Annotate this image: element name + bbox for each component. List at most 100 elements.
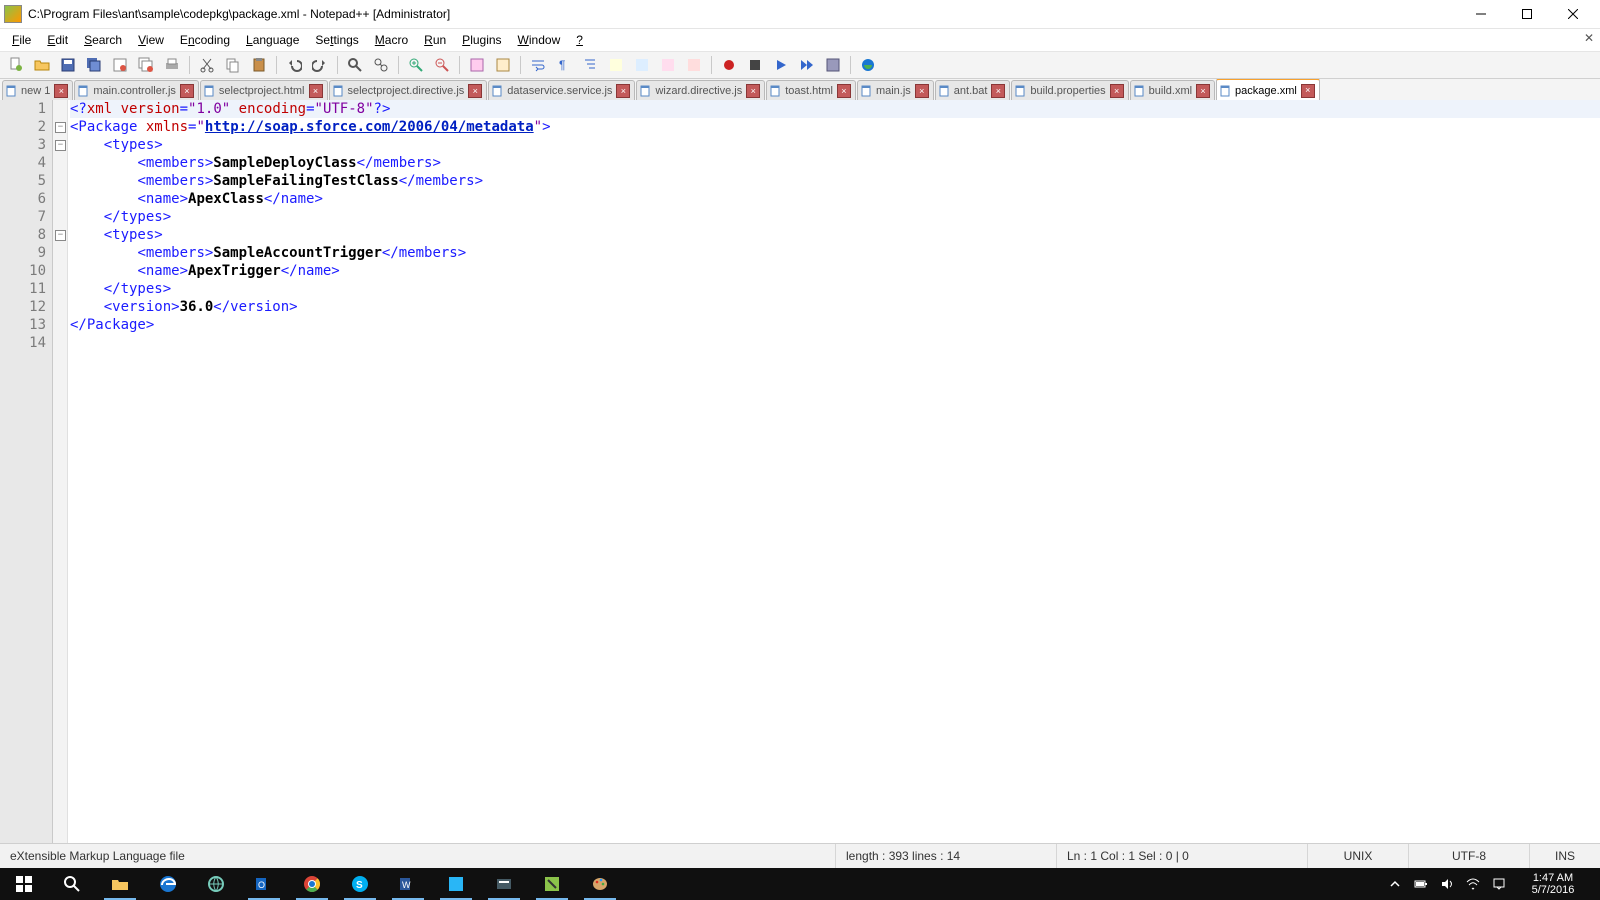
show-desktop-strip[interactable] — [1594, 868, 1600, 900]
code-line[interactable]: <?xml version="1.0" encoding="UTF-8"?> — [70, 100, 1600, 118]
menu-help[interactable]: ? — [568, 31, 591, 49]
tab-selectproject-directive-js[interactable]: selectproject.directive.js× — [329, 80, 488, 101]
zoom-out-icon[interactable] — [430, 53, 454, 77]
editor[interactable]: 1234567891011121314 − − − <?xml version=… — [0, 100, 1600, 844]
tab-close-icon[interactable]: × — [616, 84, 630, 98]
wordwrap-icon[interactable] — [526, 53, 550, 77]
menu-macro[interactable]: Macro — [367, 31, 416, 49]
menu-plugins[interactable]: Plugins — [454, 31, 509, 49]
doc-close-x[interactable]: ✕ — [1584, 31, 1594, 45]
tab-toast-html[interactable]: toast.html× — [766, 80, 856, 101]
tab-close-icon[interactable]: × — [54, 84, 68, 98]
tab-close-icon[interactable]: × — [309, 84, 323, 98]
play-macro-icon[interactable] — [769, 53, 793, 77]
tab-close-icon[interactable]: × — [1196, 84, 1210, 98]
save-all-icon[interactable] — [82, 53, 106, 77]
menu-file[interactable]: File — [4, 31, 39, 49]
replace-icon[interactable] — [369, 53, 393, 77]
code-line[interactable] — [70, 334, 1600, 352]
tab-close-icon[interactable]: × — [1301, 84, 1315, 98]
tab-close-icon[interactable]: × — [837, 84, 851, 98]
close-button[interactable] — [1550, 0, 1596, 28]
tab-package-xml[interactable]: package.xml× — [1216, 79, 1320, 101]
tab-ant-bat[interactable]: ant.bat× — [935, 80, 1011, 101]
tab-dataservice-service-js[interactable]: dataservice.service.js× — [488, 80, 635, 101]
code-line[interactable]: <types> — [70, 136, 1600, 154]
folder-as-ws-icon[interactable] — [682, 53, 706, 77]
func-list-icon[interactable] — [656, 53, 680, 77]
code-line[interactable]: </types> — [70, 208, 1600, 226]
code-area[interactable]: <?xml version="1.0" encoding="UTF-8"?><P… — [68, 100, 1600, 844]
taskbar-notepadpp-icon[interactable] — [528, 868, 576, 900]
record-macro-icon[interactable] — [717, 53, 741, 77]
code-line[interactable]: <name>ApexTrigger</name> — [70, 262, 1600, 280]
tab-selectproject-html[interactable]: selectproject.html× — [200, 80, 328, 101]
show-all-chars-icon[interactable]: ¶ — [552, 53, 576, 77]
stop-macro-icon[interactable] — [743, 53, 767, 77]
fold-toggle-icon[interactable]: − — [55, 140, 66, 151]
play-multi-icon[interactable] — [795, 53, 819, 77]
redo-icon[interactable] — [308, 53, 332, 77]
tray-notifications-icon[interactable] — [1486, 868, 1512, 900]
status-ins[interactable]: INS — [1530, 844, 1600, 868]
code-line[interactable]: <types> — [70, 226, 1600, 244]
indent-guide-icon[interactable] — [578, 53, 602, 77]
taskbar-outlook-icon[interactable]: O — [240, 868, 288, 900]
tab-build-properties[interactable]: build.properties× — [1011, 80, 1128, 101]
tab-close-icon[interactable]: × — [746, 84, 760, 98]
find-icon[interactable] — [343, 53, 367, 77]
search-button[interactable] — [48, 868, 96, 900]
code-line[interactable]: <members>SampleFailingTestClass</members… — [70, 172, 1600, 190]
save-icon[interactable] — [56, 53, 80, 77]
tab-wizard-directive-js[interactable]: wizard.directive.js× — [636, 80, 765, 101]
taskbar-globe-icon[interactable] — [192, 868, 240, 900]
fold-column[interactable]: − − − — [53, 100, 68, 844]
code-line[interactable]: <Package xmlns="http://soap.sforce.com/2… — [70, 118, 1600, 136]
taskbar-app2-icon[interactable] — [480, 868, 528, 900]
ln-icon[interactable] — [604, 53, 628, 77]
print-icon[interactable] — [160, 53, 184, 77]
fold-toggle-icon[interactable]: − — [55, 230, 66, 241]
tray-wifi-icon[interactable] — [1460, 868, 1486, 900]
code-line[interactable]: <name>ApexClass</name> — [70, 190, 1600, 208]
code-line[interactable]: </Package> — [70, 316, 1600, 334]
menu-run[interactable]: Run — [416, 31, 454, 49]
taskbar-explorer-icon[interactable] — [96, 868, 144, 900]
start-button[interactable] — [0, 868, 48, 900]
open-file-icon[interactable] — [30, 53, 54, 77]
tab-main-js[interactable]: main.js× — [857, 80, 934, 101]
tray-chevron-up-icon[interactable] — [1382, 868, 1408, 900]
sync-h-icon[interactable] — [491, 53, 515, 77]
close-file-icon[interactable] — [108, 53, 132, 77]
menu-language[interactable]: Language — [238, 31, 307, 49]
save-macro-icon[interactable] — [821, 53, 845, 77]
tab-close-icon[interactable]: × — [1110, 84, 1124, 98]
plugin-icon[interactable] — [856, 53, 880, 77]
taskbar-edge-icon[interactable] — [144, 868, 192, 900]
taskbar-app1-icon[interactable] — [432, 868, 480, 900]
tab-main-controller-js[interactable]: main.controller.js× — [74, 80, 199, 101]
doc-map-icon[interactable] — [630, 53, 654, 77]
tab-close-icon[interactable]: × — [991, 84, 1005, 98]
code-line[interactable]: </types> — [70, 280, 1600, 298]
tray-battery-icon[interactable] — [1408, 868, 1434, 900]
menu-encoding[interactable]: Encoding — [172, 31, 238, 49]
zoom-in-icon[interactable] — [404, 53, 428, 77]
cut-icon[interactable] — [195, 53, 219, 77]
taskbar-chrome-icon[interactable] — [288, 868, 336, 900]
tray-clock[interactable]: 1:47 AM 5/7/2016 — [1512, 869, 1594, 899]
code-line[interactable]: <members>SampleDeployClass</members> — [70, 154, 1600, 172]
undo-icon[interactable] — [282, 53, 306, 77]
maximize-button[interactable] — [1504, 0, 1550, 28]
tab-new-1[interactable]: new 1× — [2, 80, 73, 101]
menu-search[interactable]: Search — [76, 31, 130, 49]
menu-view[interactable]: View — [130, 31, 172, 49]
taskbar-word-icon[interactable]: W — [384, 868, 432, 900]
tab-close-icon[interactable]: × — [180, 84, 194, 98]
fold-toggle-icon[interactable]: − — [55, 122, 66, 133]
status-enc[interactable]: UTF-8 — [1409, 844, 1530, 868]
sync-v-icon[interactable] — [465, 53, 489, 77]
taskbar-paint-icon[interactable] — [576, 868, 624, 900]
paste-icon[interactable] — [247, 53, 271, 77]
new-file-icon[interactable] — [4, 53, 28, 77]
